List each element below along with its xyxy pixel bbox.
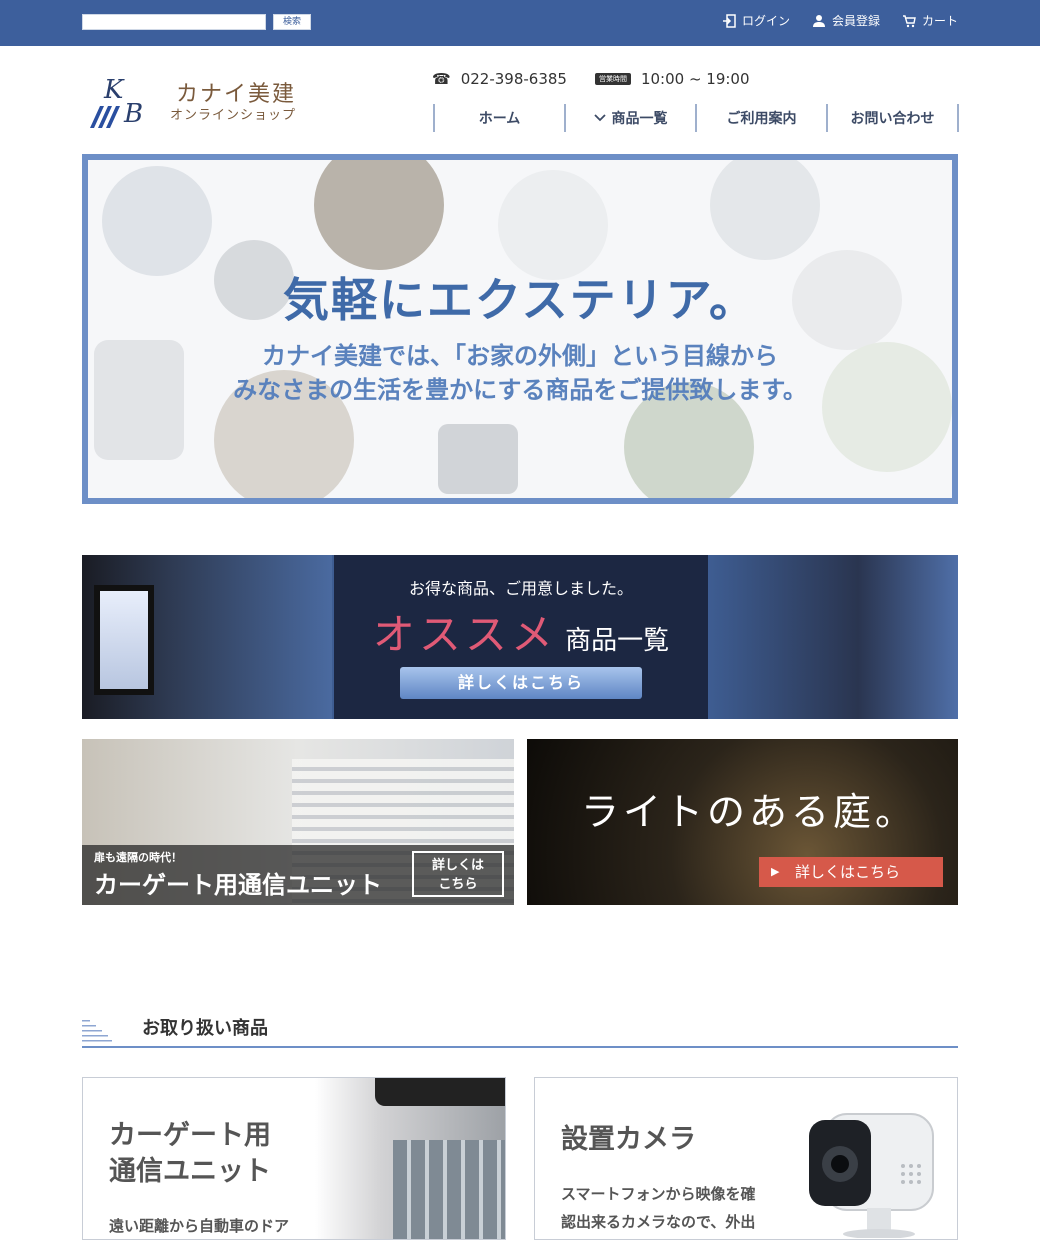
business-hours: 10:00 ~ 19:00 [640, 70, 750, 88]
svg-text:K: K [103, 75, 125, 105]
promo-garden-button-label: 詳しくはこちら [795, 863, 901, 881]
register-link[interactable]: 会員登録 [812, 12, 880, 29]
contact-info: ☎ 022-398-6385 営業時間 10:00 ~ 19:00 [432, 70, 750, 88]
hero-product-image [102, 166, 212, 276]
recommend-details-button[interactable]: 詳しくはこちら [400, 667, 642, 699]
search-input[interactable] [82, 14, 266, 30]
promo-cargate-button-line1: 詳しくは [431, 858, 484, 873]
svg-text:B: B [123, 99, 143, 129]
promo-cargate-button-line2: こちら [438, 877, 478, 892]
login-link[interactable]: ログイン [722, 12, 790, 29]
promo-cargate-banner[interactable]: 扉も遠隔の時代！ カーゲート用通信ユニット 詳しくは こちら [82, 739, 514, 905]
product-card-title-line2: 通信ユニット [109, 1156, 271, 1187]
hero-subtitle-line2: みなさまの生活を豊かにする商品をご提供致します。 [233, 376, 807, 404]
promo-cargate-kicker: 扉も遠隔の時代！ [94, 851, 182, 864]
product-card-desc: スマートフォンから映像を確 認出来るカメラなので、外出 [561, 1180, 756, 1236]
hours-badge: 営業時間 [594, 73, 631, 85]
banner-photo-left [82, 555, 332, 719]
promo-garden-light-banner[interactable]: ライトのある庭。 ▶ 詳しくはこちら [527, 739, 958, 905]
hero-product-image [314, 160, 444, 270]
search-button[interactable]: 検索 [273, 14, 311, 30]
cart-label: カート [921, 14, 958, 28]
product-card-title-line1: カーゲート用 [109, 1120, 271, 1151]
nav-home-label: ホーム [478, 111, 521, 127]
nav-guide-label: ご利用案内 [726, 111, 797, 127]
nav-products-label: 商品一覧 [611, 111, 668, 127]
recommend-title: オススメ 商品一覧 [334, 601, 708, 662]
hero-product-image [710, 160, 820, 260]
hero-product-image [438, 424, 518, 494]
global-nav: ホーム 商品一覧 ご利用案内 お問い合わせ [433, 104, 959, 132]
product-card-desc: 遠い距離から自動車のドア [109, 1217, 290, 1235]
chevron-down-icon [593, 114, 606, 122]
hero-subtitle-line1: カナイ美建では、「お家の外側」という目線から [262, 342, 778, 370]
hero-banner: 気軽にエクステリア。 カナイ美建では、「お家の外側」という目線から みなさまの生… [82, 154, 958, 504]
product-card-image [315, 1078, 505, 1239]
recommend-title-rest: 商品一覧 [565, 626, 670, 656]
cart-link[interactable]: カート [902, 12, 958, 29]
logo-mark: K B [90, 75, 143, 129]
nav-guide[interactable]: ご利用案内 [695, 104, 826, 132]
top-links: ログイン 会員登録 カート [722, 12, 958, 29]
banner-photo-right [708, 555, 958, 719]
product-card-desc-line1: スマートフォンから映像を確 [561, 1185, 756, 1203]
nav-contact[interactable]: お問い合わせ [826, 104, 959, 132]
promo-cargate-button[interactable]: 詳しくは こちら [412, 851, 504, 897]
product-card-cargate[interactable]: カーゲート用 通信ユニット 遠い距離から自動車のドア [82, 1077, 506, 1240]
site-logo[interactable]: K B カナイ美建 オンラインショップ [86, 74, 326, 134]
promo-garden-title: ライトのある庭。 [581, 790, 918, 834]
logo-subtitle: オンラインショップ [170, 108, 297, 123]
play-arrow-icon: ▶ [771, 865, 780, 878]
cart-icon [902, 14, 916, 27]
top-bar: 検索 ログイン 会員登録 カート [0, 0, 1040, 46]
nav-home[interactable]: ホーム [433, 104, 564, 132]
promo-garden-button[interactable]: ▶ 詳しくはこちら [759, 857, 943, 887]
login-label: ログイン [741, 14, 790, 28]
phone-number: 022-398-6385 [460, 70, 567, 88]
register-label: 会員登録 [831, 14, 880, 28]
recommend-banner[interactable]: お得な商品、ご用意しました。 オススメ 商品一覧 詳しくはこちら [82, 555, 958, 719]
products-section-header: お取り扱い商品 [82, 1012, 958, 1048]
product-card-title: カーゲート用 通信ユニット [109, 1118, 271, 1190]
window-image [393, 1140, 505, 1239]
device-image [375, 1078, 505, 1106]
product-card-title: 設置カメラ [561, 1124, 696, 1155]
section-lines-icon [82, 1020, 112, 1042]
recommend-center-panel: お得な商品、ご用意しました。 オススメ 商品一覧 詳しくはこちら [334, 555, 708, 719]
user-icon [812, 14, 825, 27]
section-title: お取り扱い商品 [142, 1018, 268, 1039]
product-card-camera[interactable]: 設置カメラ スマートフォンから映像を確 認出来るカメラなので、外出 [534, 1077, 958, 1240]
nav-products[interactable]: 商品一覧 [564, 104, 695, 132]
nav-contact-label: お問い合わせ [850, 111, 935, 127]
recommend-accent: オススメ [372, 610, 557, 659]
security-camera-image [809, 1113, 934, 1238]
promo-cargate-title: カーゲート用通信ユニット [94, 871, 382, 899]
hero-title: 気軽にエクステリア。 [282, 273, 758, 327]
phone-icon: ☎ [432, 70, 451, 88]
product-card-desc-line2: 認出来るカメラなので、外出 [561, 1213, 756, 1231]
recommend-kicker: お得な商品、ご用意しました。 [408, 579, 633, 598]
login-icon [722, 13, 736, 28]
lantern-image [94, 585, 154, 695]
